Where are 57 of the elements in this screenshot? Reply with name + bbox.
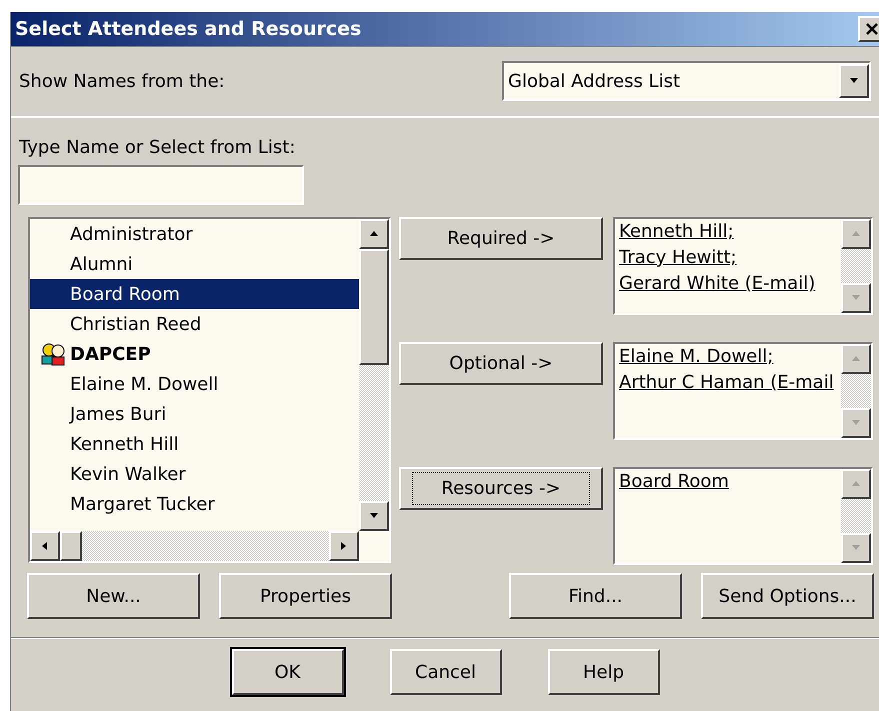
action-button[interactable]: Send Options...: [701, 573, 874, 619]
scroll-thumb[interactable]: [359, 249, 389, 365]
scroll-right-button[interactable]: [329, 531, 359, 561]
recipient-name[interactable]: Gerard White (E-mail): [619, 271, 841, 297]
name-list-item[interactable]: Administrator: [30, 219, 359, 249]
scroll-up-button[interactable]: [841, 344, 871, 374]
recipient-name[interactable]: Kenneth Hill;: [619, 219, 841, 245]
name-list-item[interactable]: Board Room: [30, 279, 359, 309]
address-list-dropdown[interactable]: Global Address List: [502, 61, 871, 101]
name-list-item[interactable]: Kenneth Hill: [30, 429, 359, 459]
window-title: Select Attendees and Resources: [15, 16, 362, 42]
scroll-down-button[interactable]: [841, 533, 871, 563]
scroll-thumb[interactable]: [60, 531, 82, 561]
action-button[interactable]: Find...: [509, 573, 682, 619]
action-button[interactable]: New...: [27, 573, 200, 619]
name-input-field[interactable]: [18, 165, 304, 205]
name-list-item[interactable]: Margaret Tucker: [30, 489, 359, 519]
name-list-item[interactable]: Alumni: [30, 249, 359, 279]
recipient-listbox[interactable]: Board Room: [613, 467, 873, 565]
scroll-left-button[interactable]: [30, 531, 60, 561]
horizontal-scrollbar[interactable]: [30, 531, 359, 561]
recipient-name[interactable]: Tracy Hewitt;: [619, 245, 841, 271]
name-list-item[interactable]: Christian Reed: [30, 309, 359, 339]
up-arrow-icon: [369, 229, 379, 239]
scroll-down-button[interactable]: [841, 408, 871, 438]
scroll-up-button[interactable]: [841, 219, 871, 249]
action-button[interactable]: Properties: [219, 573, 392, 619]
name-list-item[interactable]: DAPCEP: [30, 339, 359, 369]
name-list-item[interactable]: Kevin Walker: [30, 459, 359, 489]
recipient-listbox[interactable]: Kenneth Hill; Tracy Hewitt; Gerard White (E-mail): [613, 217, 873, 315]
recipient-type-button[interactable]: Resources ->: [399, 467, 603, 510]
scroll-down-button[interactable]: [841, 283, 871, 313]
recipient-name[interactable]: Elaine M. Dowell;: [619, 344, 841, 370]
name-list-item[interactable]: James Buri: [30, 399, 359, 429]
dialog-button[interactable]: Cancel: [390, 649, 502, 695]
up-arrow-icon: [851, 229, 861, 239]
recipient-type-button[interactable]: Optional ->: [399, 342, 603, 385]
close-icon: [865, 22, 879, 36]
names-listbox[interactable]: Administrator Alumni Board Room Christian Reed DAPCEP Elaine M. Dowell James Buri Kenneth Hill Kevin Walker Margaret Tucker: [28, 217, 391, 563]
vertical-scrollbar[interactable]: [359, 219, 389, 531]
name-list-item[interactable]: Elaine M. Dowell: [30, 369, 359, 399]
recipient-listbox[interactable]: Elaine M. Dowell; Arthur C Haman (E-mail: [613, 342, 873, 440]
dialog-button[interactable]: Help: [548, 649, 660, 695]
recipient-name[interactable]: Arthur C Haman (E-mail: [619, 370, 841, 396]
scroll-up-button[interactable]: [359, 219, 389, 249]
recipient-name[interactable]: Board Room: [619, 469, 841, 495]
scroll-down-button[interactable]: [359, 501, 389, 531]
up-arrow-icon: [851, 354, 861, 364]
scroll-up-button[interactable]: [841, 469, 871, 499]
type-name-label: Type Name or Select from List:: [19, 137, 296, 158]
show-names-label: Show Names from the:: [19, 70, 226, 94]
recipient-type-button[interactable]: Required ->: [399, 217, 603, 260]
up-arrow-icon: [851, 479, 861, 489]
dialog-button[interactable]: OK: [232, 649, 344, 695]
close-button[interactable]: [858, 16, 879, 42]
left-arrow-icon: [40, 541, 50, 551]
group-icon: [40, 342, 66, 366]
